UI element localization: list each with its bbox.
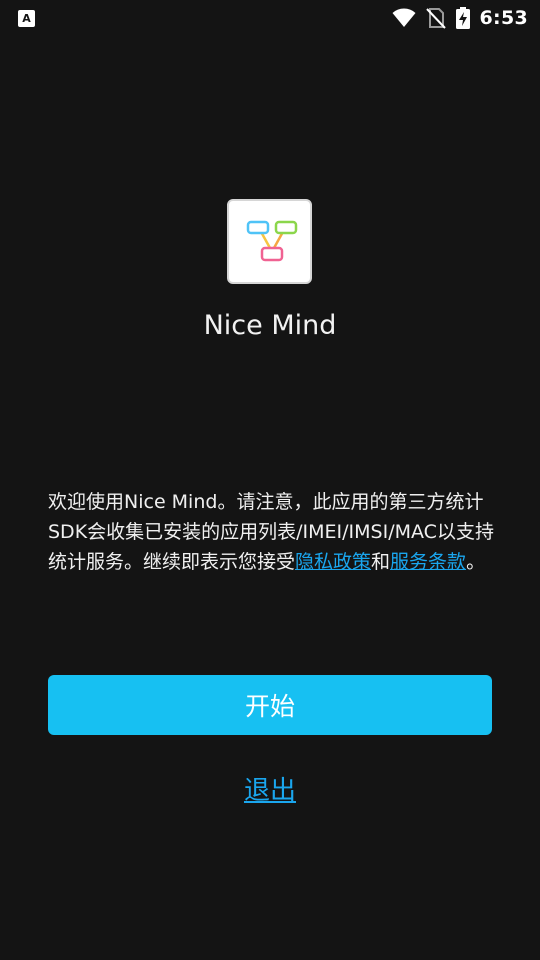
status-right: 6:53	[392, 7, 528, 29]
status-time: 6:53	[479, 7, 528, 29]
battery-charging-icon	[455, 7, 470, 29]
splash-screen: A 6:53 Nice Mind 欢迎使用Nice Mind。请注意，此应用的第…	[0, 0, 540, 960]
status-left: A	[18, 9, 35, 27]
app-name: Nice Mind	[203, 310, 337, 341]
privacy-policy-link[interactable]: 隐私政策	[295, 551, 371, 573]
notice-text-3: 。	[466, 551, 486, 573]
font-app-icon: A	[18, 9, 35, 27]
exit-link[interactable]: 退出	[0, 770, 540, 807]
terms-of-service-link[interactable]: 服务条款	[390, 551, 466, 573]
privacy-notice: 欢迎使用Nice Mind。请注意，此应用的第三方统计SDK会收集已安装的应用列…	[48, 487, 496, 577]
no-sim-icon	[425, 7, 446, 29]
app-logo	[227, 199, 312, 284]
wifi-icon	[392, 8, 416, 28]
mind-map-logo-icon	[246, 220, 297, 261]
notice-text-2: 和	[371, 551, 391, 573]
status-bar: A 6:53	[0, 0, 540, 36]
start-button[interactable]: 开始	[48, 675, 492, 735]
